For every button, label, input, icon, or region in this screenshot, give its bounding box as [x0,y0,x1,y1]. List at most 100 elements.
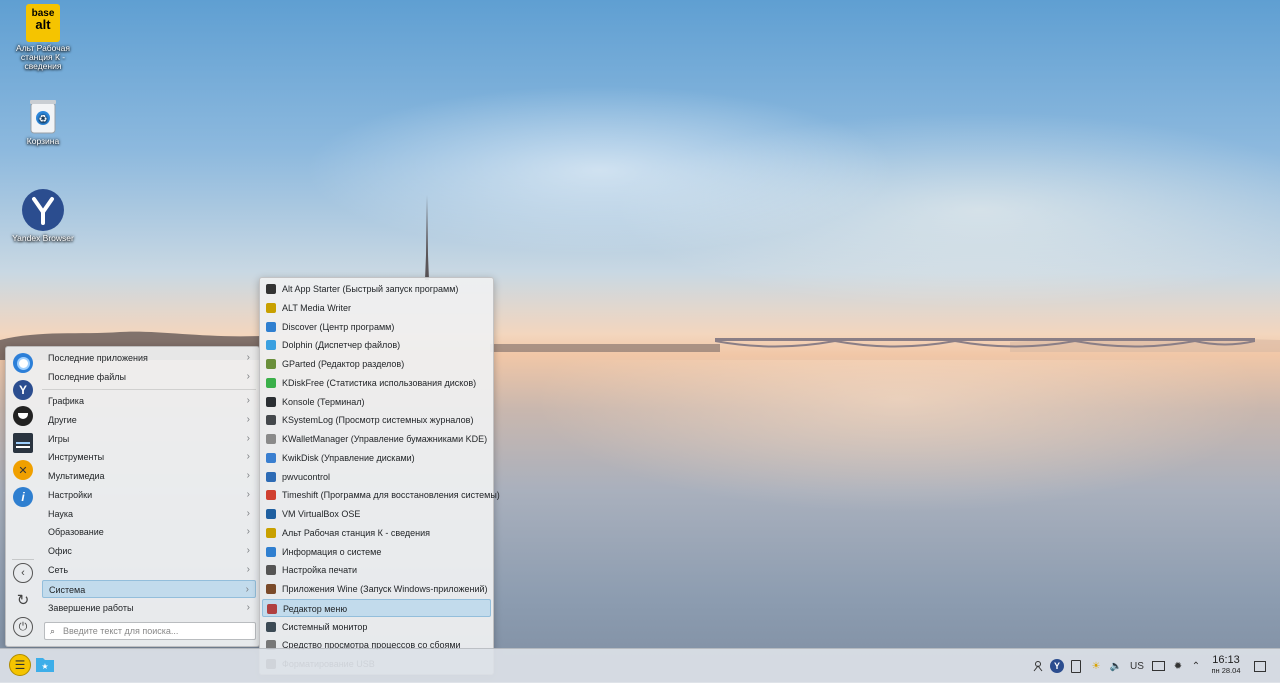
show-desktop-icon[interactable] [1252,649,1268,683]
category-recent-apps[interactable]: Последние приложения › [42,349,256,367]
category-science[interactable]: Наука › [42,505,256,523]
submenu-item-label: ALT Media Writer [282,302,352,313]
submenu-item[interactable]: KDiskFree (Статистика использования диск… [262,374,491,392]
submenu-item[interactable]: Приложения Wine (Запуск Windows-приложен… [262,580,491,598]
submenu-item-label: VM VirtualBox OSE [282,509,361,519]
submenu-item-label: Timeshift (Программа для восстановления … [282,490,500,501]
desktop-icon-alt-info[interactable]: base alt Альт Рабочая станция К - сведен… [8,4,78,71]
submenu-item-label: Приложения Wine (Запуск Windows-приложен… [282,584,488,594]
category-graphics[interactable]: Графика › [42,392,256,410]
submenu-item[interactable]: Информация о системе [262,543,491,561]
category-label: Настройки [48,490,93,500]
expand-tray-icon[interactable]: ⌃ [1189,649,1203,683]
submenu-item-label: Alt App Starter (Быстрый запуск программ… [282,284,459,294]
submenu-item[interactable]: Timeshift (Программа для восстановления … [262,486,500,504]
network-icon[interactable] [1030,649,1046,683]
category-label: Другие [48,415,77,425]
app-icon [266,377,276,388]
app-icon[interactable] [13,406,33,426]
info-icon[interactable]: i [13,487,33,507]
desktop-icon-trash[interactable]: ♻ Корзина [8,97,78,146]
app-icon [266,584,276,594]
category-office[interactable]: Офис › [42,542,256,560]
submenu-item[interactable]: ALT Media Writer [262,299,491,317]
category-other[interactable]: Другие › [42,411,256,429]
submenu-item[interactable]: KSystemLog (Просмотр системных журналов) [262,411,491,429]
submenu-item-label: pwvucontrol [282,471,331,482]
submenu-item[interactable]: Konsole (Терминал) [262,393,491,411]
category-shutdown[interactable]: Завершение работы › [42,599,256,617]
chevron-right-icon: › [246,489,250,500]
app-icon [266,490,276,501]
desktop-icon-label: Альт Рабочая станция К - сведения [16,43,70,71]
tools-icon[interactable]: ✕ [13,460,33,480]
submenu-item[interactable]: Discover (Центр программ) [262,318,491,336]
svg-text:★: ★ [41,662,48,671]
category-settings[interactable]: Настройки › [42,486,256,504]
category-label: Инструменты [48,452,105,462]
category-label: Последние приложения [48,353,148,363]
logo-text-bottom: alt [35,17,51,32]
chevron-right-icon: › [246,433,250,444]
search-icon: ⌕ [50,626,56,636]
submenu-item-label: Discover (Центр программ) [282,321,395,332]
category-label: Мультимедиа [48,471,105,481]
yandex-browser-icon[interactable]: Y [1049,649,1065,683]
app-icon [266,321,276,332]
chevron-right-icon: › [246,470,250,481]
category-games[interactable]: Игры › [42,430,256,448]
submenu-item[interactable]: Alt App Starter (Быстрый запуск программ… [262,280,491,298]
display-icon[interactable] [1150,649,1166,683]
menu-icon: ☰ [14,658,26,672]
submenu-item[interactable]: Dolphin (Диспетчер файлов) [262,336,491,354]
keyboard-layout-indicator[interactable]: US [1127,649,1147,683]
application-menu-button[interactable]: ☰ [9,654,31,676]
category-label: Наука [48,509,74,519]
back-icon[interactable]: ‹ [13,563,33,583]
volume-icon[interactable]: 🔈 [1108,649,1124,683]
desktop-icon-label: Корзина [26,136,60,146]
submenu-item[interactable]: Настройка печати [262,561,491,579]
app-icon [266,415,276,426]
submenu-item[interactable]: VM VirtualBox OSE [262,505,491,523]
category-network[interactable]: Сеть › [42,561,256,579]
desktop-icon-yandex-browser[interactable]: Yandex Browser [8,188,78,243]
category-label: Офис [48,546,72,556]
clock-time: 16:13 [1212,654,1240,666]
chevron-right-icon: › [245,584,249,595]
category-multimedia[interactable]: Мультимедиа › [42,467,256,485]
reboot-icon[interactable]: ↻ [13,590,33,610]
category-label: Система [49,585,86,595]
chevron-right-icon: › [246,564,250,575]
file-manager-launcher[interactable]: ★ [35,655,55,673]
yandex-browser-icon[interactable]: Y [13,380,33,400]
category-tools[interactable]: Инструменты › [42,448,256,466]
chevron-right-icon: › [246,451,250,462]
basealt-logo-icon: base alt [26,4,60,42]
system-monitor-icon[interactable] [13,433,33,453]
category-education[interactable]: Образование › [42,523,256,541]
brightness-icon[interactable]: ✹ [1170,649,1186,683]
digital-clock[interactable]: 16:13 пн 28.04 [1205,654,1247,675]
wallpaper-spire [425,195,429,280]
weather-icon[interactable]: ☀ [1088,649,1104,683]
clipboard-icon[interactable] [1068,649,1084,683]
category-recent-files[interactable]: Последние файлы › [42,368,256,386]
shutdown-icon[interactable]: ⏻ [13,617,33,637]
submenu-item[interactable]: GParted (Редактор разделов) [262,355,491,373]
submenu-item-label: Альт Рабочая станция К - сведения [282,527,431,538]
submenu-item[interactable]: KWalletManager (Управление бумажниками K… [262,430,491,448]
chromium-icon[interactable] [13,353,33,373]
submenu-item-label: GParted (Редактор разделов) [282,359,405,369]
submenu-item[interactable]: pwvucontrol [262,468,491,486]
chevron-right-icon: › [246,602,250,613]
submenu-item[interactable]: KwikDisk (Управление дисками) [262,449,491,467]
search-input[interactable]: ⌕ Введите текст для поиска... [44,622,256,640]
category-system[interactable]: Система › [42,580,256,598]
submenu-item[interactable]: Редактор меню [262,598,491,617]
category-label: Образование [48,527,104,537]
submenu-item[interactable]: Альт Рабочая станция К - сведения [262,524,491,542]
submenu-item[interactable]: Системный монитор [262,618,491,636]
category-label: Графика [48,396,84,406]
taskbar: ☰ ★ Y ☀ 🔈 US ✹ ⌃ 16:13 пн 28.04 [0,648,1280,683]
